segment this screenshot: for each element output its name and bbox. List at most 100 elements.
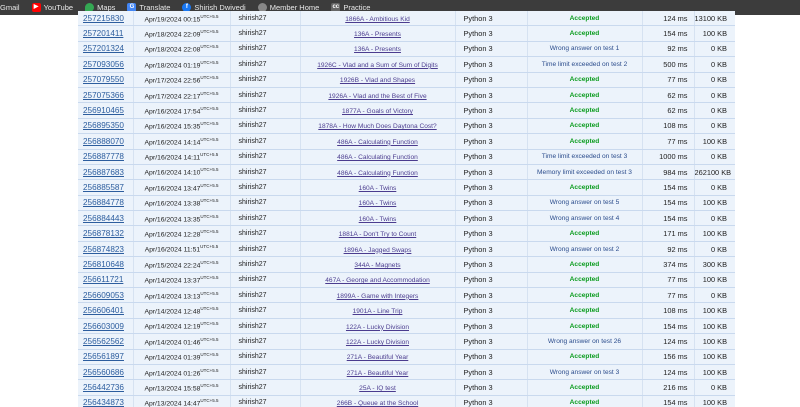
problem-link[interactable]: 122A - Lucky Division	[346, 339, 409, 346]
submission-id-link[interactable]: 257075366	[83, 91, 124, 100]
submission-id-link[interactable]: 256887683	[83, 168, 124, 177]
submission-id-link[interactable]: 256878132	[83, 229, 124, 238]
author-name[interactable]: shirish27	[239, 107, 267, 114]
author-cell[interactable]: shirish27	[230, 225, 301, 242]
problem-link[interactable]: 271A - Beautiful Year	[347, 370, 409, 377]
author-name[interactable]: shirish27	[239, 353, 267, 360]
author-name[interactable]: shirish27	[239, 76, 267, 83]
submission-id-link[interactable]: 256884443	[83, 214, 124, 223]
submission-id-link[interactable]: 257201324	[83, 44, 124, 53]
problem-link[interactable]: 467A - George and Accommodation	[325, 277, 429, 284]
submission-id-link[interactable]: 256910465	[83, 106, 124, 115]
author-cell[interactable]: shirish27	[230, 333, 301, 350]
author-name[interactable]: shirish27	[239, 92, 267, 99]
author-cell[interactable]: shirish27	[230, 379, 301, 396]
author-cell[interactable]: shirish27	[230, 179, 301, 196]
author-name[interactable]: shirish27	[239, 323, 267, 330]
bookmark-gmail[interactable]: Gmail	[0, 3, 20, 12]
author-name[interactable]: shirish27	[239, 153, 267, 160]
submission-id-link[interactable]: 256603009	[83, 322, 124, 331]
submission-id-link[interactable]: 256434873	[83, 398, 124, 407]
author-cell[interactable]: shirish27	[230, 364, 301, 381]
author-name[interactable]: shirish27	[239, 30, 267, 37]
submission-id-link[interactable]: 256560686	[83, 368, 124, 377]
submission-id-link[interactable]: 256609053	[83, 291, 124, 300]
author-name[interactable]: shirish27	[239, 15, 267, 22]
author-cell[interactable]: shirish27	[230, 56, 301, 73]
author-cell[interactable]: shirish27	[230, 133, 301, 150]
author-cell[interactable]: shirish27	[230, 349, 301, 365]
submission-id-link[interactable]: 256888070	[83, 137, 124, 146]
problem-link[interactable]: 271A - Beautiful Year	[347, 354, 409, 361]
problem-link[interactable]: 1899A - Game with Integers	[337, 293, 419, 300]
author-cell[interactable]: shirish27	[230, 25, 301, 42]
author-cell[interactable]: shirish27	[230, 41, 301, 58]
author-cell[interactable]: shirish27	[230, 272, 301, 289]
author-name[interactable]: shirish27	[239, 246, 267, 253]
problem-link[interactable]: 136A - Presents	[354, 46, 401, 53]
author-name[interactable]: shirish27	[239, 384, 267, 391]
problem-link[interactable]: 486A - Calculating Function	[337, 170, 418, 177]
problem-link[interactable]: 25A - IQ test	[359, 385, 396, 392]
author-name[interactable]: shirish27	[239, 292, 267, 299]
author-name[interactable]: shirish27	[239, 230, 267, 237]
submission-id-link[interactable]: 256874823	[83, 245, 124, 254]
author-name[interactable]: shirish27	[239, 45, 267, 52]
author-cell[interactable]: shirish27	[230, 395, 301, 407]
author-cell[interactable]: shirish27	[230, 256, 301, 273]
submission-id-link[interactable]: 257201411	[83, 29, 123, 38]
author-cell[interactable]: shirish27	[230, 102, 301, 119]
author-cell[interactable]: shirish27	[230, 118, 301, 135]
submission-id-link[interactable]: 257215830	[83, 14, 124, 23]
problem-link[interactable]: 136A - Presents	[354, 31, 401, 38]
problem-link[interactable]: 486A - Calculating Function	[337, 139, 418, 146]
submission-id-link[interactable]: 256606401	[83, 306, 124, 315]
submission-id-link[interactable]: 256887778	[83, 152, 124, 161]
author-cell[interactable]: shirish27	[230, 72, 301, 88]
submission-id-link[interactable]: 256884778	[83, 198, 124, 207]
author-name[interactable]: shirish27	[239, 61, 267, 68]
author-cell[interactable]: shirish27	[230, 241, 301, 258]
problem-link[interactable]: 160A - Twins	[359, 185, 397, 192]
author-cell[interactable]: shirish27	[230, 195, 301, 212]
submission-id-link[interactable]: 257079550	[83, 75, 124, 84]
submission-id-link[interactable]: 256562562	[83, 337, 124, 346]
problem-link[interactable]: 1926B - Vlad and Shapes	[340, 77, 415, 84]
submission-id-link[interactable]: 256611721	[83, 275, 123, 284]
author-name[interactable]: shirish27	[239, 138, 267, 145]
problem-link[interactable]: 1896A - Jagged Swaps	[344, 247, 412, 254]
author-name[interactable]: shirish27	[239, 261, 267, 268]
author-cell[interactable]: shirish27	[230, 302, 301, 319]
problem-link[interactable]: 1926A - Vlad and the Best of Five	[328, 93, 426, 100]
problem-link[interactable]: 160A - Twins	[359, 200, 397, 207]
author-name[interactable]: shirish27	[239, 307, 267, 314]
problem-link[interactable]: 1878A - How Much Does Daytona Cost?	[318, 123, 436, 130]
problem-link[interactable]: 486A - Calculating Function	[337, 154, 418, 161]
author-name[interactable]: shirish27	[239, 276, 267, 283]
problem-link[interactable]: 1877A - Goals of Victory	[342, 108, 413, 115]
author-cell[interactable]: shirish27	[230, 11, 301, 27]
author-name[interactable]: shirish27	[239, 199, 267, 206]
submission-id-link[interactable]: 257093056	[83, 60, 124, 69]
problem-link[interactable]: 344A - Magnets	[354, 262, 400, 269]
author-cell[interactable]: shirish27	[230, 210, 301, 227]
author-name[interactable]: shirish27	[239, 122, 267, 129]
bookmark-youtube[interactable]: ▶ YouTube	[31, 3, 73, 12]
author-cell[interactable]: shirish27	[230, 164, 301, 181]
problem-link[interactable]: 1926C - Vlad and a Sum of Sum of Digits	[317, 62, 438, 69]
author-name[interactable]: shirish27	[239, 184, 267, 191]
author-name[interactable]: shirish27	[239, 169, 267, 176]
author-name[interactable]: shirish27	[239, 215, 267, 222]
problem-link[interactable]: 1866A - Ambitious Kid	[345, 16, 410, 23]
submission-id-link[interactable]: 256810648	[83, 260, 124, 269]
problem-link[interactable]: 1881A - Don't Try to Count	[339, 231, 417, 238]
submission-id-link[interactable]: 256895350	[83, 121, 124, 130]
submission-id-link[interactable]: 256442736	[83, 383, 124, 392]
author-cell[interactable]: shirish27	[230, 318, 301, 335]
author-name[interactable]: shirish27	[239, 369, 267, 376]
problem-link[interactable]: 266B - Queue at the School	[337, 400, 418, 407]
submission-id-link[interactable]: 256885587	[83, 183, 124, 192]
problem-link[interactable]: 160A - Twins	[359, 216, 397, 223]
author-name[interactable]: shirish27	[239, 338, 267, 345]
problem-link[interactable]: 122A - Lucky Division	[346, 324, 409, 331]
